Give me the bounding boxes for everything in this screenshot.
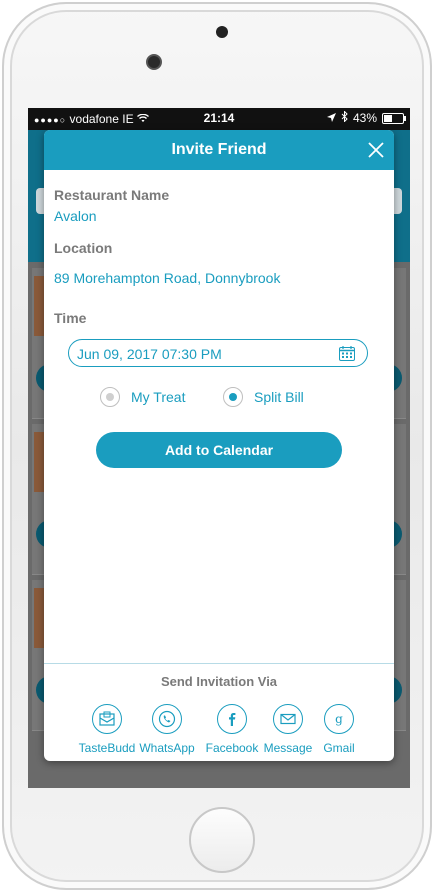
option-split-bill[interactable]: Split Bill — [223, 387, 304, 407]
send-invitation-label: Send Invitation Via — [160, 674, 278, 689]
share-label: WhatsApp — [139, 741, 195, 755]
svg-text:g: g — [335, 712, 343, 726]
invite-friend-modal: Invite Friend Restaurant Name Avalon Loc… — [44, 130, 394, 761]
divider — [44, 663, 394, 664]
share-label: TasteBudd — [78, 741, 136, 755]
front-camera — [146, 54, 162, 70]
split-bill-label: Split Bill — [254, 389, 304, 405]
speaker — [216, 26, 228, 38]
restaurant-name-label: Restaurant Name — [54, 187, 170, 203]
battery-icon — [382, 112, 406, 124]
calendar-icon — [339, 346, 355, 361]
close-button[interactable] — [366, 140, 386, 160]
battery-percent: 43% — [352, 111, 377, 125]
share-label: Gmail — [323, 741, 355, 755]
my-treat-label: My Treat — [131, 389, 186, 405]
bluetooth-icon — [341, 110, 348, 125]
restaurant-name-value: Avalon — [54, 208, 97, 224]
add-to-calendar-button[interactable]: Add to Calendar — [96, 432, 342, 468]
status-bar: ●●●●○ vodafone IE 21:14 43% — [28, 108, 410, 130]
share-gmail[interactable]: g Gmail — [309, 704, 369, 755]
close-icon — [368, 142, 384, 158]
radio-my-treat[interactable] — [100, 387, 120, 407]
radio-dot — [229, 393, 237, 401]
facebook-icon — [217, 704, 247, 734]
gmail-icon: g — [324, 704, 354, 734]
location-arrow-icon — [326, 111, 336, 125]
option-my-treat[interactable]: My Treat — [100, 387, 185, 407]
share-tastebudd[interactable]: TasteBudd — [77, 704, 137, 755]
message-icon — [273, 704, 303, 734]
modal-title: Invite Friend — [171, 141, 267, 158]
time-label: Time — [54, 310, 87, 326]
share-facebook[interactable]: Facebook — [202, 704, 262, 755]
tastebudd-icon — [92, 704, 122, 734]
home-button[interactable] — [189, 807, 255, 873]
location-label: Location — [54, 240, 113, 256]
radio-dot — [106, 393, 114, 401]
modal-header: Invite Friend — [44, 130, 394, 170]
share-label: Facebook — [205, 741, 259, 755]
datetime-value: Jun 09, 2017 07:30 PM — [77, 346, 222, 362]
whatsapp-icon — [152, 704, 182, 734]
status-right: 43% — [326, 110, 406, 125]
radio-split-bill[interactable] — [223, 387, 243, 407]
location-value: 89 Morehampton Road, Donnybrook — [54, 270, 281, 286]
datetime-picker[interactable]: Jun 09, 2017 07:30 PM — [68, 339, 368, 367]
share-whatsapp[interactable]: WhatsApp — [137, 704, 197, 755]
